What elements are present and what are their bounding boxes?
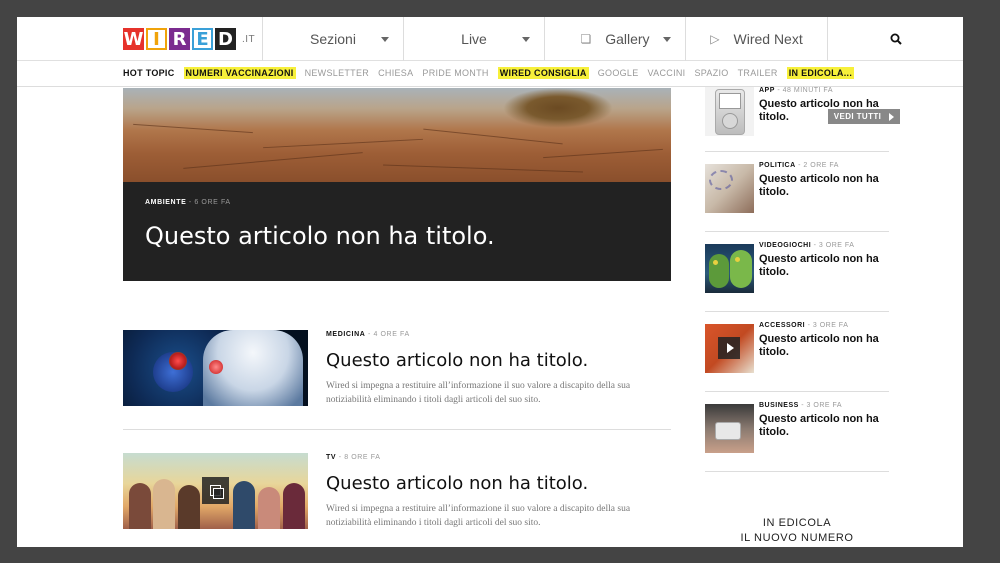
sidebar-title[interactable]: Questo articolo non ha titolo. [759,413,887,439]
chevron-down-icon [381,37,389,42]
logo-letter: I [146,28,167,50]
nav-gallery[interactable]: ❏ Gallery [544,17,685,61]
sidebar-meta: VIDEOGIOCHI - 3 ORE FA [759,242,855,249]
play-icon [718,337,740,359]
top-bar: W I R E D .IT Sezioni Live ❏ Gallery ▷ W… [17,17,963,61]
nav-wired-next[interactable]: ▷ Wired Next [685,17,827,61]
article-item[interactable]: TV - 8 ORE FA Questo articolo non ha tit… [123,453,671,531]
edicola-promo[interactable]: IN EDICOLA IL NUOVO NUMERO [705,516,889,546]
nav-live[interactable]: Live [403,17,544,61]
chevron-down-icon [663,37,671,42]
arrow-right-icon [889,112,895,121]
topic-wired-consiglia[interactable]: WIRED CONSIGLIA [497,67,589,79]
sidebar-thumbnail[interactable] [705,244,754,293]
divider [123,429,671,430]
sidebar-thumbnail[interactable] [705,87,754,136]
wired-logo[interactable]: W I R E D .IT [123,28,255,50]
topic-chiesa[interactable]: CHIESA [378,68,413,78]
topic-vaccini[interactable]: VACCINI [648,68,686,78]
article-meta: MEDICINA - 4 ORE FA [326,331,410,338]
sidebar-article[interactable]: ACCESSORI - 3 ORE FA Questo articolo non… [705,312,889,392]
nav-label: Sezioni [310,31,356,47]
article-title[interactable]: Questo articolo non ha titolo. [326,350,588,371]
article-description: Wired si impegna a restituire all’inform… [326,381,631,405]
article-thumbnail[interactable] [123,330,308,406]
hero-time: 6 ORE FA [194,199,231,206]
nav-label: Live [461,31,487,47]
topic-numeri-vaccinazioni[interactable]: NUMERI VACCINAZIONI [183,67,296,79]
logo-tld: .IT [242,33,256,45]
page: W I R E D .IT Sezioni Live ❏ Gallery ▷ W… [17,17,963,547]
hero-category[interactable]: AMBIENTE [145,199,186,206]
sidebar-title[interactable]: Questo articolo non ha titolo. [759,333,887,359]
sidebar-article[interactable]: BUSINESS - 3 ORE FA Questo articolo non … [705,392,889,472]
logo-letter: E [192,28,213,50]
hot-topic-label: HOT TOPIC [123,68,175,78]
sidebar-meta: ACCESSORI - 3 ORE FA [759,322,849,329]
article-thumbnail[interactable] [123,453,308,529]
article-time: 8 ORE FA [344,454,381,461]
sidebar-thumbnail[interactable] [705,324,754,373]
logo-letter: R [169,28,190,50]
search-button[interactable] [827,17,963,61]
sidebar-title[interactable]: Questo articolo non ha titolo. [759,253,887,279]
article-meta: TV - 8 ORE FA [326,454,381,461]
sidebar-meta: BUSINESS - 3 ORE FA [759,402,843,409]
article-item[interactable]: MEDICINA - 4 ORE FA Questo articolo non … [123,330,671,408]
logo-letter: D [215,28,236,50]
edicola-line2: IL NUOVO NUMERO [740,532,854,544]
sidebar-article[interactable]: POLITICA - 2 ORE FA Questo articolo non … [705,152,889,232]
nav-sezioni[interactable]: Sezioni [262,17,403,61]
sidebar-article[interactable]: VIDEOGIOCHI - 3 ORE FA Questo articolo n… [705,232,889,312]
hero-image [123,88,671,182]
play-outline-icon: ▷ [710,32,720,46]
edicola-line1: IN EDICOLA [762,517,832,529]
topic-newsletter[interactable]: NEWSLETTER [305,68,370,78]
sidebar-title[interactable]: Questo articolo non ha titolo. [759,173,887,199]
sidebar-meta: POLITICA - 2 ORE FA [759,162,839,169]
search-icon [890,33,902,45]
article-category[interactable]: MEDICINA [326,331,365,338]
sidebar-title[interactable]: Questo articolo non ha titolo. [759,98,887,124]
article-description: Wired si impegna a restituire all’inform… [326,504,631,528]
hero-title[interactable]: Questo articolo non ha titolo. [145,222,495,250]
gallery-icon [202,477,229,504]
nav-label: Gallery [605,31,650,47]
chevron-down-icon [522,37,530,42]
sidebar-thumbnail[interactable] [705,404,754,453]
topic-pride-month[interactable]: PRIDE MONTH [422,68,488,78]
logo-letter: W [123,28,144,50]
hero-caption: AMBIENTE - 6 ORE FA Questo articolo non … [123,182,671,281]
sidebar-article[interactable]: APP - 48 MINUTI FA Questo articolo non h… [705,72,889,152]
topic-google[interactable]: GOOGLE [598,68,639,78]
gallery-icon: ❏ [580,32,592,46]
article-title[interactable]: Questo articolo non ha titolo. [326,473,588,494]
article-category[interactable]: TV [326,454,336,461]
hero-meta: AMBIENTE - 6 ORE FA [145,199,231,206]
nav-label: Wired Next [733,31,803,47]
sidebar-thumbnail[interactable] [705,164,754,213]
article-time: 4 ORE FA [373,331,410,338]
sidebar-meta: APP - 48 MINUTI FA [759,87,833,94]
hero-article[interactable]: AMBIENTE - 6 ORE FA Questo articolo non … [123,88,671,281]
